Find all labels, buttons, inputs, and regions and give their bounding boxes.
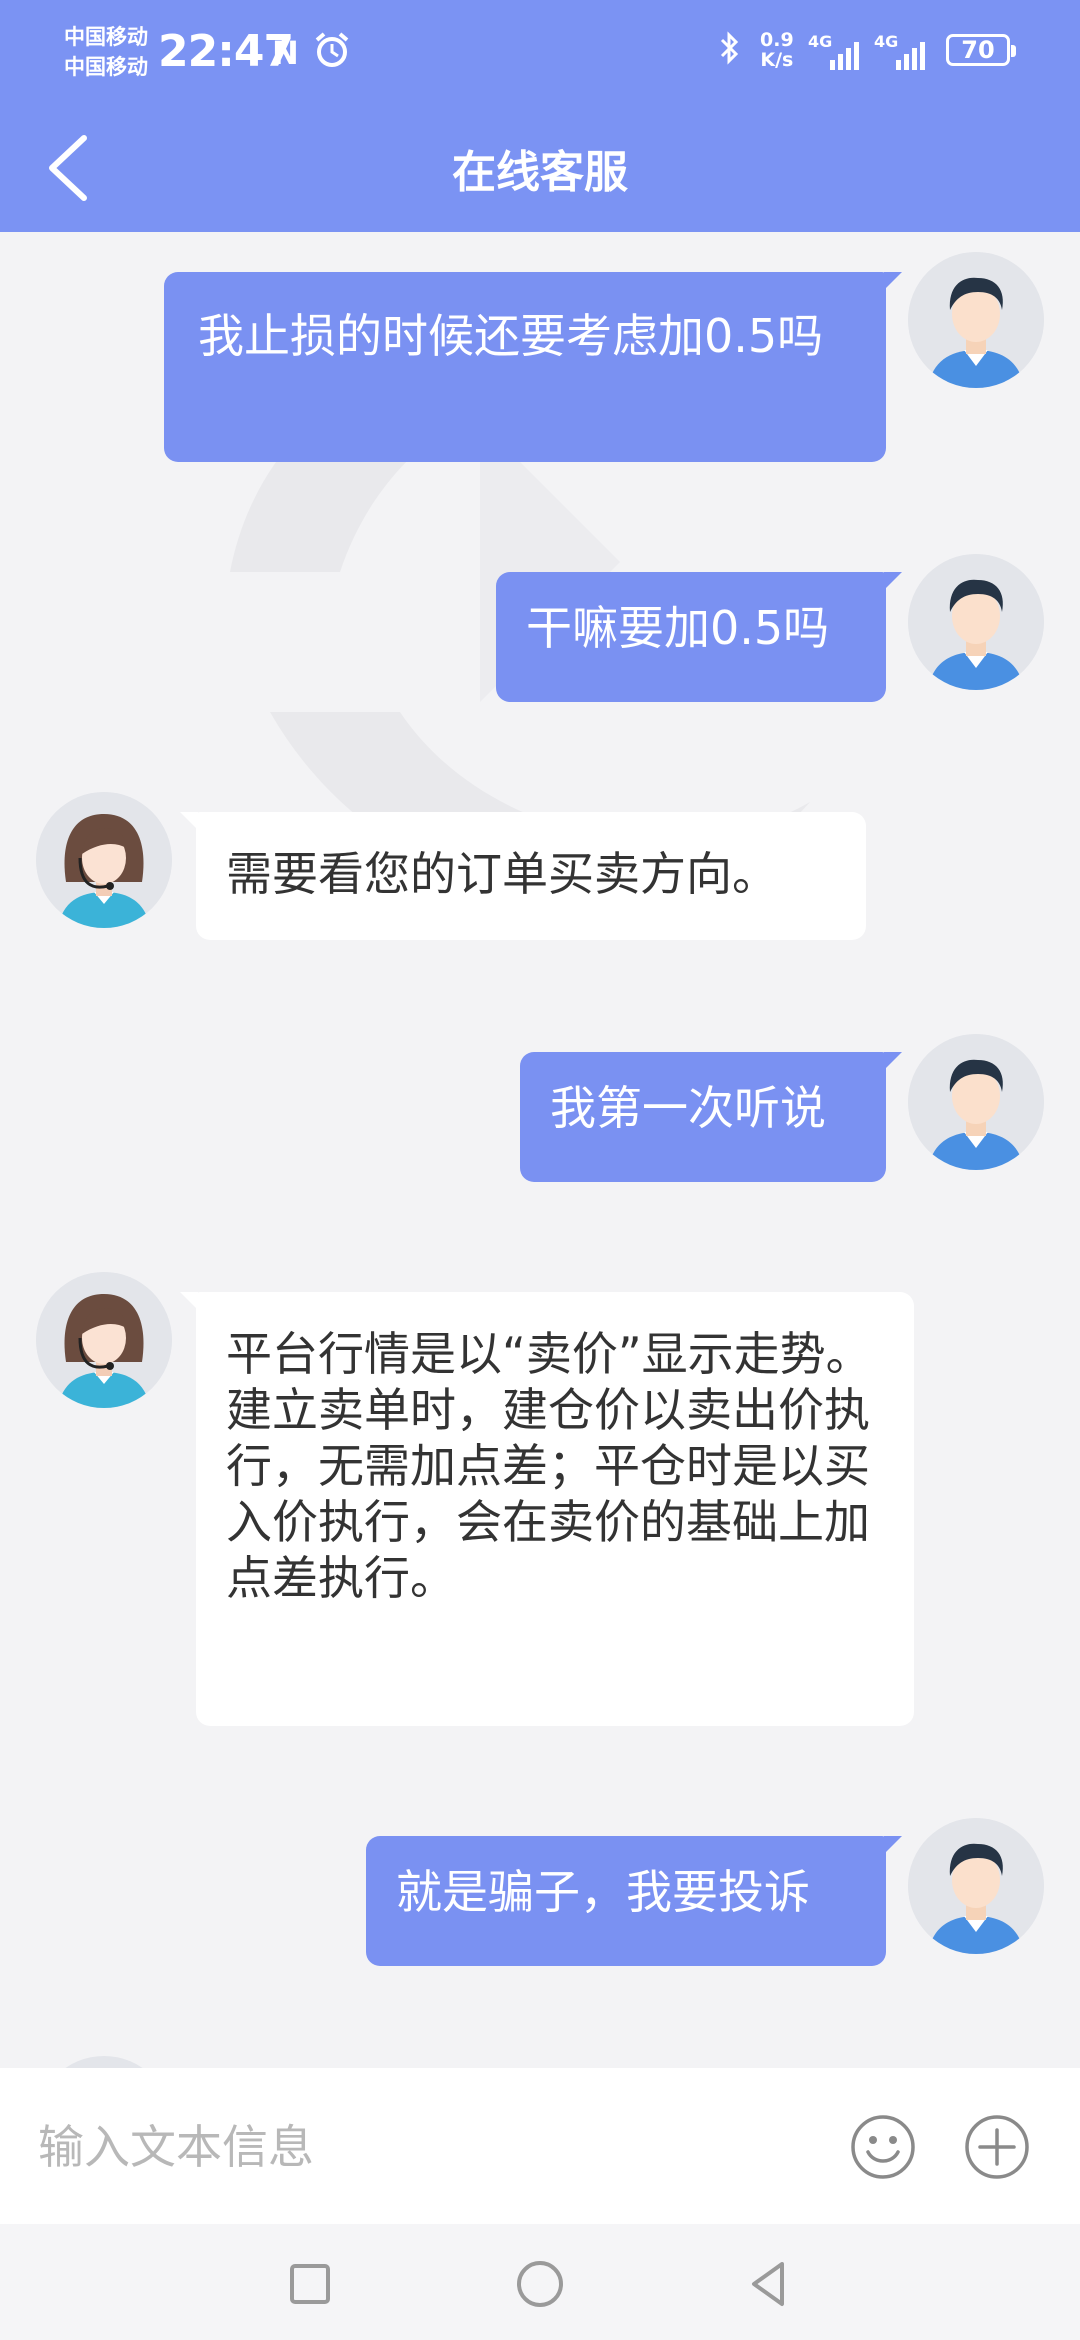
- square-icon[interactable]: [280, 2254, 340, 2314]
- agent-avatar[interactable]: [36, 792, 172, 928]
- signal-sim2-icon: 4G: [874, 32, 936, 70]
- nfc-icon: N: [272, 34, 299, 72]
- carrier-label: 中国移动 中国移动: [64, 22, 148, 82]
- system-navigation-bar: [0, 2224, 1080, 2340]
- user-avatar[interactable]: [908, 1034, 1044, 1170]
- message-text: 需要看您的订单买卖方向。: [226, 847, 778, 901]
- bluetooth-icon: [720, 31, 739, 65]
- agent-avatar-partial: [36, 2056, 172, 2068]
- network-speed-unit: K/s: [760, 49, 794, 71]
- app-header: 中国移动 中国移动 22:47 N 0.9 K/s 4G 4G 70 在线客服: [0, 0, 1080, 232]
- carrier-sim1: 中国移动: [64, 25, 148, 49]
- circle-icon[interactable]: [510, 2254, 570, 2314]
- message-input-bar: [0, 2068, 1080, 2224]
- message-bubble-user[interactable]: 我止损的时候还要考虑加0.5吗: [164, 272, 902, 462]
- chat-history[interactable]: 我止损的时候还要考虑加0.5吗 干嘛要加0.5吗 需要看您的订单买卖方向。 我第…: [0, 232, 1080, 2068]
- message-bubble-agent[interactable]: 平台行情是以“卖价”显示走势。建立卖单时，建仓价以卖出价执行，无需加点差；平仓时…: [180, 1292, 914, 1726]
- message-text: 我第一次听说: [550, 1081, 826, 1135]
- message-text: 干嘛要加0.5吗: [526, 601, 830, 655]
- alarm-icon: [315, 32, 349, 67]
- message-bubble-agent[interactable]: 需要看您的订单买卖方向。: [180, 812, 866, 940]
- message-text: 平台行情是以“卖价”显示走势。建立卖单时，建仓价以卖出价执行，无需加点差；平仓时…: [226, 1327, 872, 1605]
- network-speed-value: 0.9: [760, 29, 794, 51]
- message-text: 就是骗子，我要投诉: [396, 1865, 810, 1919]
- triangle-left-icon[interactable]: [740, 2254, 800, 2314]
- page-title: 在线客服: [452, 147, 628, 198]
- message-bubble-user[interactable]: 我第一次听说: [520, 1052, 902, 1182]
- user-avatar[interactable]: [908, 252, 1044, 388]
- carrier-sim2: 中国移动: [64, 55, 148, 79]
- message-input[interactable]: [36, 2108, 820, 2186]
- network-speed: 0.9 K/s: [760, 30, 794, 70]
- status-bar: 中国移动 中国移动 22:47 N 0.9 K/s 4G 4G 70: [0, 0, 1080, 100]
- user-avatar[interactable]: [908, 1818, 1044, 1954]
- agent-avatar[interactable]: [36, 1272, 172, 1408]
- signal-sim1-icon: 4G: [808, 32, 870, 70]
- plus-circle-icon[interactable]: [964, 2114, 1030, 2180]
- message-bubble-user[interactable]: 就是骗子，我要投诉: [366, 1836, 902, 1966]
- user-avatar[interactable]: [908, 554, 1044, 690]
- signal-sim1-type: 4G: [808, 32, 833, 51]
- battery-icon: 70: [946, 34, 1016, 66]
- message-text: 我止损的时候还要考虑加0.5吗: [198, 309, 824, 363]
- smiley-icon[interactable]: [850, 2114, 916, 2180]
- message-bubble-user[interactable]: 干嘛要加0.5吗: [496, 572, 902, 702]
- signal-sim2-type: 4G: [874, 32, 899, 51]
